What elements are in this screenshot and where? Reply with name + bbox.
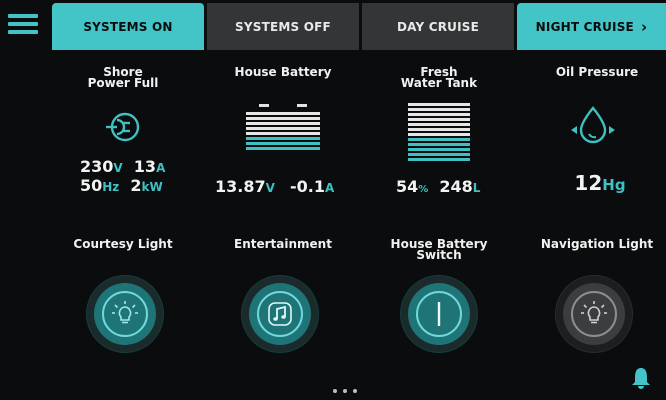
switch-title: Courtesy Light (73, 237, 173, 251)
tab-label: SYSTEMS OFF (235, 19, 331, 34)
battery-voltage-value: 13.87 (215, 177, 266, 196)
water-tank-level-icon (408, 103, 470, 165)
lightbulb-icon (581, 301, 607, 324)
shore-current-value: 13 (133, 157, 157, 176)
shore-power-title-line2: Power Full (87, 76, 159, 90)
switch-title: Entertainment (234, 237, 332, 251)
entertainment-button[interactable] (249, 283, 311, 345)
shore-power-readings: 230V 13A 50Hz 2kW (80, 157, 190, 195)
navigation-light-button[interactable] (563, 283, 625, 345)
plug-icon (106, 112, 140, 142)
shore-current-unit: A (156, 161, 166, 175)
entertainment-label: Entertainment (213, 237, 353, 251)
oil-pressure-readings: 12Hg (560, 171, 640, 195)
oil-pressure-unit: Hg (602, 176, 626, 194)
courtesy-light-button[interactable] (94, 283, 156, 345)
lightbulb-icon (112, 301, 138, 324)
house-battery-readings: 13.87V -0.1A (215, 177, 355, 196)
chevron-right-icon[interactable]: › (641, 18, 647, 36)
shore-voltage-unit: V (113, 161, 123, 175)
water-volume-value: 248 (439, 177, 473, 196)
tab-systems-off[interactable]: SYSTEMS OFF (207, 3, 359, 50)
house-battery-switch-label: House Battery Switch (374, 238, 504, 262)
fresh-water-readings: 54% 248L (396, 177, 496, 196)
shore-power-value: 2 (130, 176, 142, 195)
tab-night-cruise[interactable]: NIGHT CRUISE › (517, 3, 666, 50)
shore-power-unit: kW (141, 180, 163, 194)
shore-power-gauge: Shore Power Full (58, 66, 188, 90)
tab-day-cruise[interactable]: DAY CRUISE (362, 3, 514, 50)
water-level-unit: % (418, 184, 429, 195)
navigation-light-label: Navigation Light (535, 237, 659, 251)
water-volume-unit: L (472, 181, 481, 195)
battery-current-value: -0.1 (290, 177, 325, 196)
fresh-water-title-line2: Water Tank (400, 76, 478, 90)
switch-title: Navigation Light (540, 237, 654, 251)
page-indicator-dots[interactable] (333, 389, 357, 393)
oil-pressure-title: Oil Pressure (555, 65, 639, 79)
hamburger-menu-icon[interactable] (8, 14, 38, 38)
courtesy-light-label: Courtesy Light (58, 237, 188, 251)
switch-title-line2: Switch (416, 248, 462, 262)
oil-pressure-value: 12 (574, 171, 603, 195)
oil-pressure-gauge: Oil Pressure (537, 65, 657, 79)
power-switch-icon (437, 302, 441, 326)
top-bar: SYSTEMS ON SYSTEMS OFF DAY CRUISE NIGHT … (0, 0, 666, 50)
tab-systems-on[interactable]: SYSTEMS ON (52, 3, 204, 50)
house-battery-gauge: House Battery (213, 65, 353, 79)
fresh-water-gauge: Fresh Water Tank (374, 66, 504, 90)
shore-frequency-unit: Hz (102, 180, 120, 194)
tab-label: NIGHT CRUISE (535, 19, 634, 34)
shore-frequency-value: 50 (80, 176, 103, 195)
tab-label: SYSTEMS ON (83, 19, 173, 34)
house-battery-title: House Battery (234, 65, 332, 79)
house-battery-switch-button[interactable] (408, 283, 470, 345)
water-level-value: 54 (396, 177, 419, 196)
tab-label: DAY CRUISE (396, 19, 480, 34)
battery-voltage-unit: V (265, 181, 275, 195)
shore-voltage-value: 230 (80, 157, 114, 176)
music-note-icon (268, 302, 292, 326)
bell-icon[interactable] (630, 366, 652, 390)
oil-drop-pressure-icon (571, 106, 615, 144)
battery-current-unit: A (324, 181, 335, 195)
battery-level-icon (246, 104, 320, 152)
